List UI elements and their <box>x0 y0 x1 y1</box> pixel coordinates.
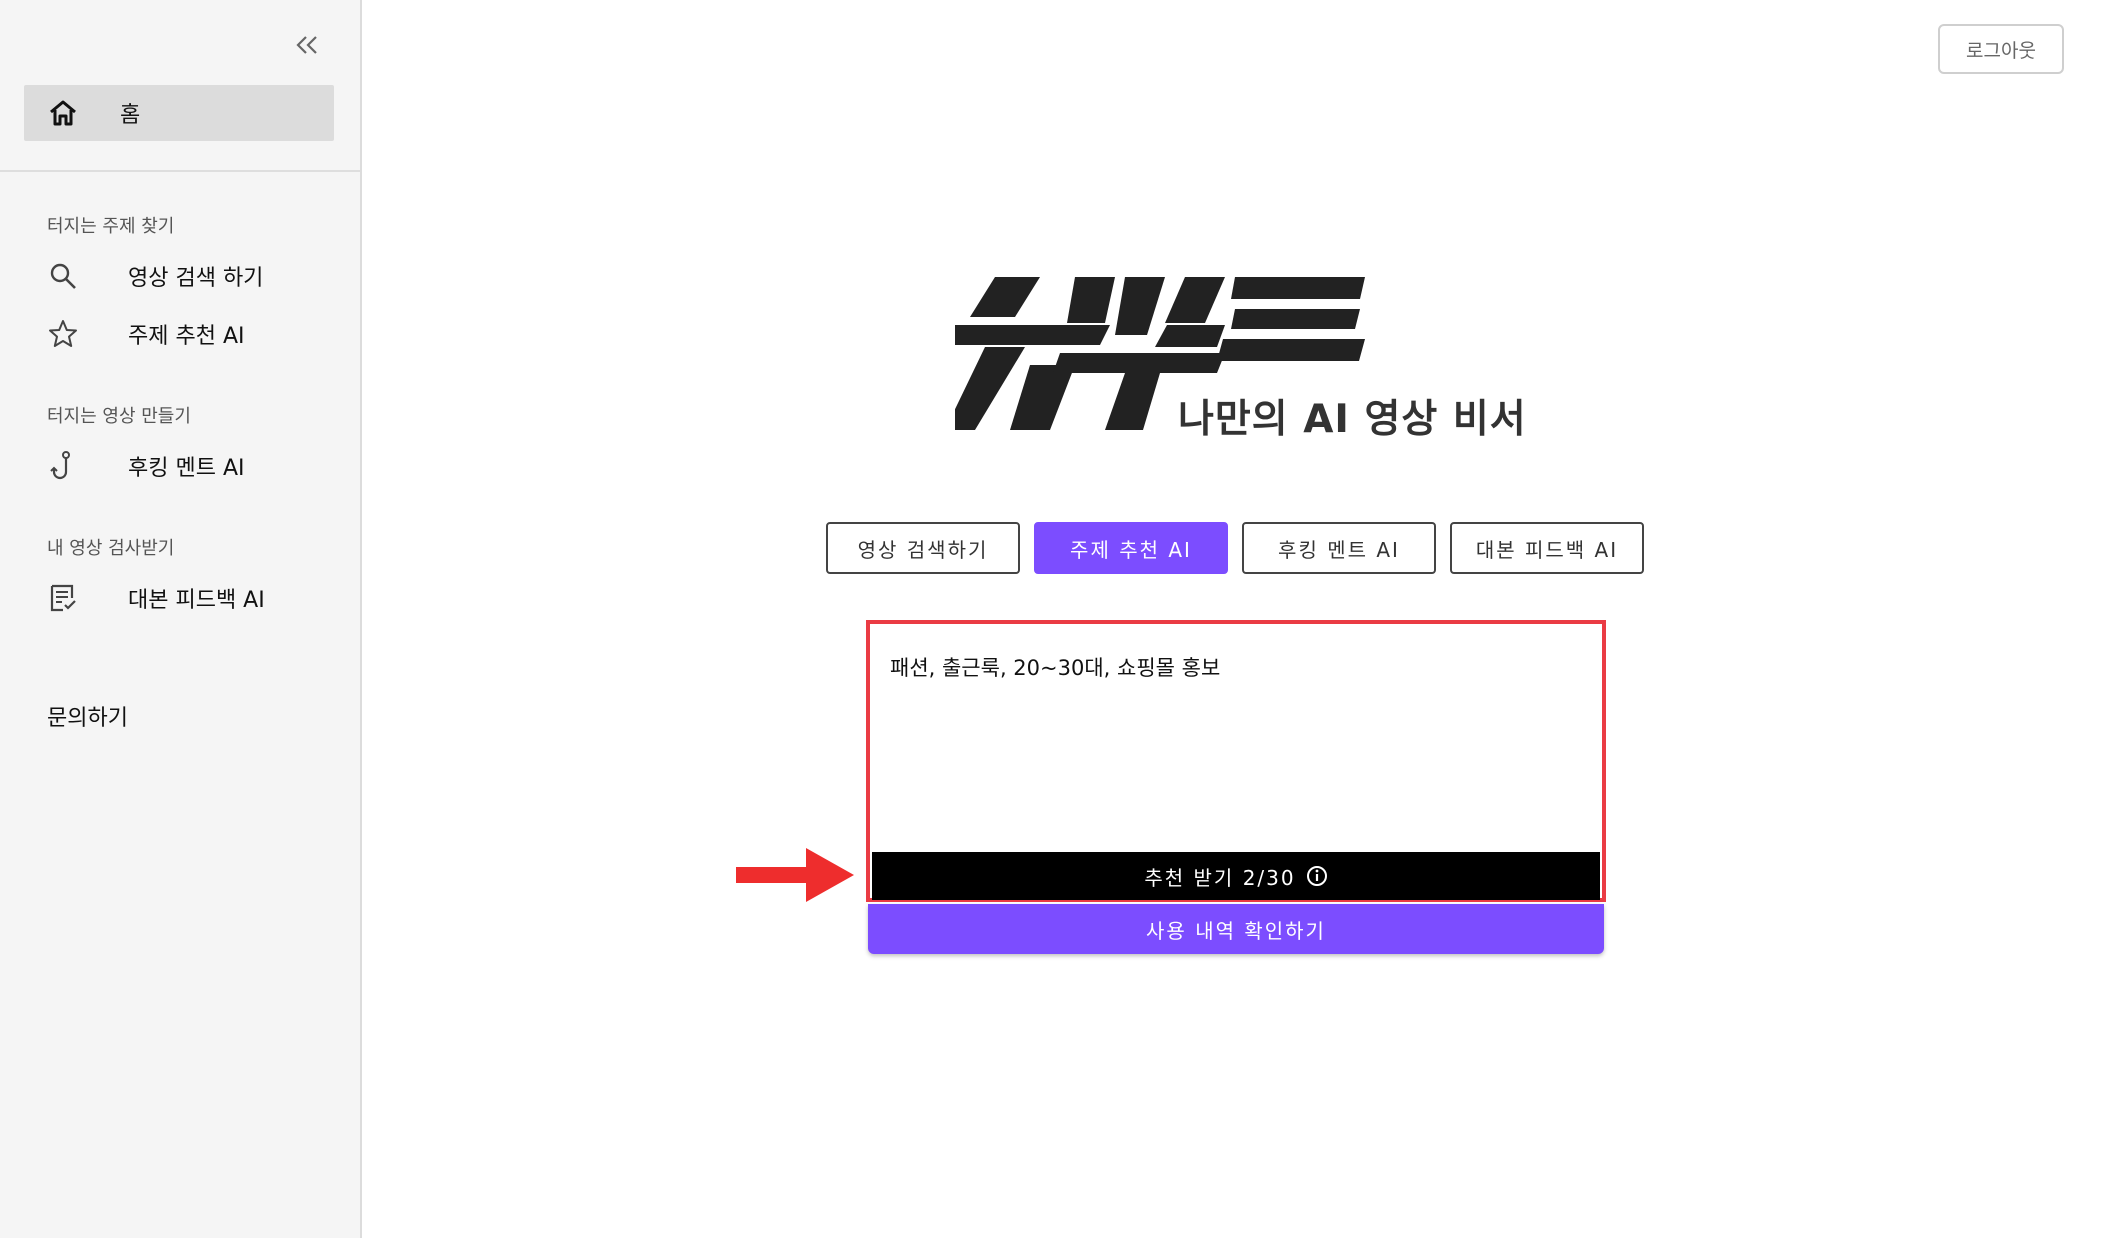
sidebar-item-label: 주제 추천 AI <box>128 324 245 349</box>
tab-hooking-ai[interactable]: 후킹 멘트 AI <box>1242 522 1436 574</box>
document-check-icon <box>48 583 78 613</box>
contact-link[interactable]: 문의하기 <box>47 700 128 732</box>
info-icon[interactable] <box>1306 865 1328 887</box>
logout-button[interactable]: 로그아웃 <box>1938 24 2064 74</box>
star-icon <box>48 319 78 349</box>
sidebar-item-hooking-ai[interactable]: 후킹 멘트 AI <box>48 446 245 486</box>
sidebar: 홈 터지는 주제 찾기 영상 검색 하기 주제 추천 AI 터지는 영상 만들기 <box>0 0 362 1238</box>
tab-script-feedback[interactable]: 대본 피드백 AI <box>1450 522 1644 574</box>
sidebar-divider <box>0 170 360 172</box>
sidebar-item-label: 영상 검색 하기 <box>128 266 264 291</box>
sidebar-item-home[interactable]: 홈 <box>24 85 334 141</box>
submit-label: 추천 받기 2/30 <box>1144 865 1296 890</box>
highlighted-input-frame: 추천 받기 2/30 <box>866 620 1606 902</box>
collapse-sidebar-button[interactable] <box>290 28 324 62</box>
topic-input[interactable] <box>874 628 1598 852</box>
sidebar-item-label: 후킹 멘트 AI <box>128 456 245 481</box>
tab-topic-ai[interactable]: 주제 추천 AI <box>1034 522 1228 574</box>
section-title-make-videos: 터지는 영상 만들기 <box>47 406 191 427</box>
section-title-find-topics: 터지는 주제 찾기 <box>47 216 175 237</box>
sidebar-item-label: 홈 <box>120 103 141 128</box>
usage-history-button[interactable]: 사용 내역 확인하기 <box>868 904 1604 954</box>
double-chevron-left-icon <box>296 36 317 54</box>
sidebar-item-label: 대본 피드백 AI <box>128 588 265 613</box>
pointer-arrow-icon <box>736 848 854 902</box>
hook-icon <box>48 451 78 481</box>
hero-tagline: 나만의 AI 영상 비서 <box>1178 397 1527 442</box>
sidebar-item-video-search[interactable]: 영상 검색 하기 <box>48 256 263 296</box>
sidebar-item-script-feedback[interactable]: 대본 피드백 AI <box>48 578 265 618</box>
home-icon <box>50 100 76 126</box>
get-recommendation-button[interactable]: 추천 받기 2/30 <box>872 852 1600 900</box>
tab-video-search[interactable]: 영상 검색하기 <box>826 522 1020 574</box>
search-icon <box>48 261 78 291</box>
sidebar-item-topic-ai[interactable]: 주제 추천 AI <box>48 314 245 354</box>
section-title-check-videos: 내 영상 검사받기 <box>47 538 175 559</box>
